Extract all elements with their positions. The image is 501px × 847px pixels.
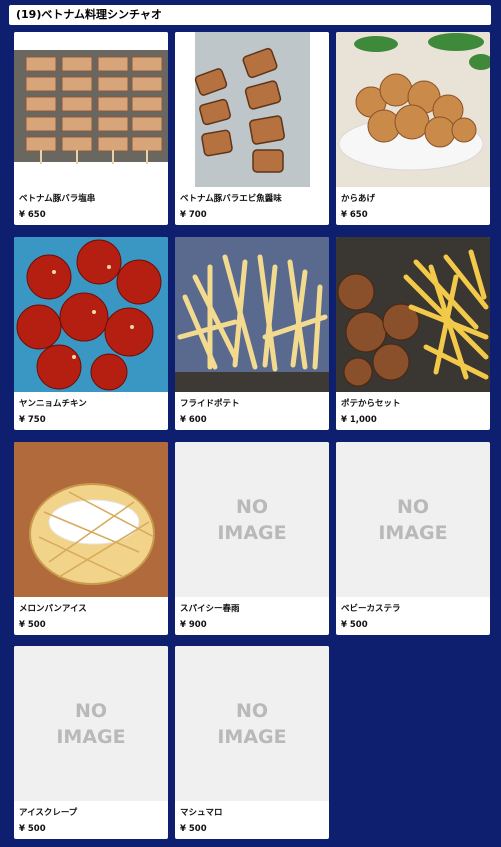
menu-item-card[interactable]: フライドポテト ¥ 600 — [175, 237, 329, 430]
menu-item-card[interactable]: NO IMAGE マシュマロ ¥ 500 — [175, 646, 329, 839]
menu-item-card[interactable]: NO IMAGE アイスクレープ ¥ 500 — [14, 646, 168, 839]
menu-item-price: ¥ 1,000 — [341, 415, 377, 425]
placeholder-text: IMAGE — [378, 521, 448, 544]
menu-item-price: ¥ 900 — [180, 620, 207, 630]
placeholder-text: IMAGE — [217, 521, 287, 544]
menu-item-price: ¥ 500 — [341, 620, 368, 630]
no-image-placeholder: NO IMAGE — [175, 646, 329, 801]
no-image-placeholder: NO IMAGE — [14, 646, 168, 801]
menu-item-card[interactable]: NO IMAGE スパイシー春雨 ¥ 900 — [175, 442, 329, 635]
menu-item-price: ¥ 650 — [341, 210, 368, 220]
page-header: (19)ベトナム料理シンチャオ — [9, 5, 491, 25]
menu-item-name: ポテからセット — [341, 399, 401, 409]
placeholder-text: IMAGE — [56, 725, 126, 748]
menu-item-card[interactable]: ベトナム豚バラ塩串 ¥ 650 — [14, 32, 168, 225]
menu-item-image — [14, 32, 168, 187]
menu-item-name: スパイシー春雨 — [180, 604, 240, 614]
menu-item-card[interactable]: NO IMAGE ベビーカステラ ¥ 500 — [336, 442, 490, 635]
menu-item-card[interactable]: ポテからセット ¥ 1,000 — [336, 237, 490, 430]
menu-item-card[interactable]: からあげ ¥ 650 — [336, 32, 490, 225]
no-image-placeholder: NO IMAGE — [336, 442, 490, 597]
menu-item-card[interactable]: ベトナム豚バラエビ魚醤味 ¥ 700 — [175, 32, 329, 225]
menu-item-price: ¥ 600 — [180, 415, 207, 425]
menu-item-price: ¥ 500 — [180, 824, 207, 834]
menu-item-image — [175, 32, 329, 187]
menu-item-image — [336, 237, 490, 392]
menu-item-price: ¥ 750 — [19, 415, 46, 425]
menu-item-name: ベトナム豚バラ塩串 — [19, 194, 96, 204]
no-image-placeholder: NO IMAGE — [175, 442, 329, 597]
placeholder-text: NO — [396, 495, 430, 518]
menu-item-name: アイスクレープ — [19, 808, 78, 818]
menu-item-price: ¥ 650 — [19, 210, 46, 220]
placeholder-text: NO — [235, 699, 269, 722]
menu-item-name: メロンパンアイス — [19, 604, 87, 614]
menu-item-name: マシュマロ — [180, 808, 223, 818]
menu-item-price: ¥ 500 — [19, 824, 46, 834]
menu-item-name: ベトナム豚バラエビ魚醤味 — [180, 194, 282, 204]
placeholder-text: IMAGE — [217, 725, 287, 748]
menu-item-name: フライドポテト — [180, 399, 240, 409]
shop-title: (19)ベトナム料理シンチャオ — [16, 8, 162, 21]
menu-item-price: ¥ 700 — [180, 210, 207, 220]
menu-item-name: ヤンニョムチキン — [19, 399, 87, 409]
menu-item-image — [175, 237, 329, 392]
placeholder-text: NO — [235, 495, 269, 518]
menu-item-image — [14, 442, 168, 597]
menu-item-name: からあげ — [341, 194, 376, 204]
menu-item-card[interactable]: ヤンニョムチキン ¥ 750 — [14, 237, 168, 430]
menu-item-image — [14, 237, 168, 392]
menu-item-image — [336, 32, 490, 187]
menu-item-card[interactable]: メロンパンアイス ¥ 500 — [14, 442, 168, 635]
placeholder-text: NO — [74, 699, 108, 722]
menu-item-name: ベビーカステラ — [341, 604, 401, 614]
menu-item-price: ¥ 500 — [19, 620, 46, 630]
